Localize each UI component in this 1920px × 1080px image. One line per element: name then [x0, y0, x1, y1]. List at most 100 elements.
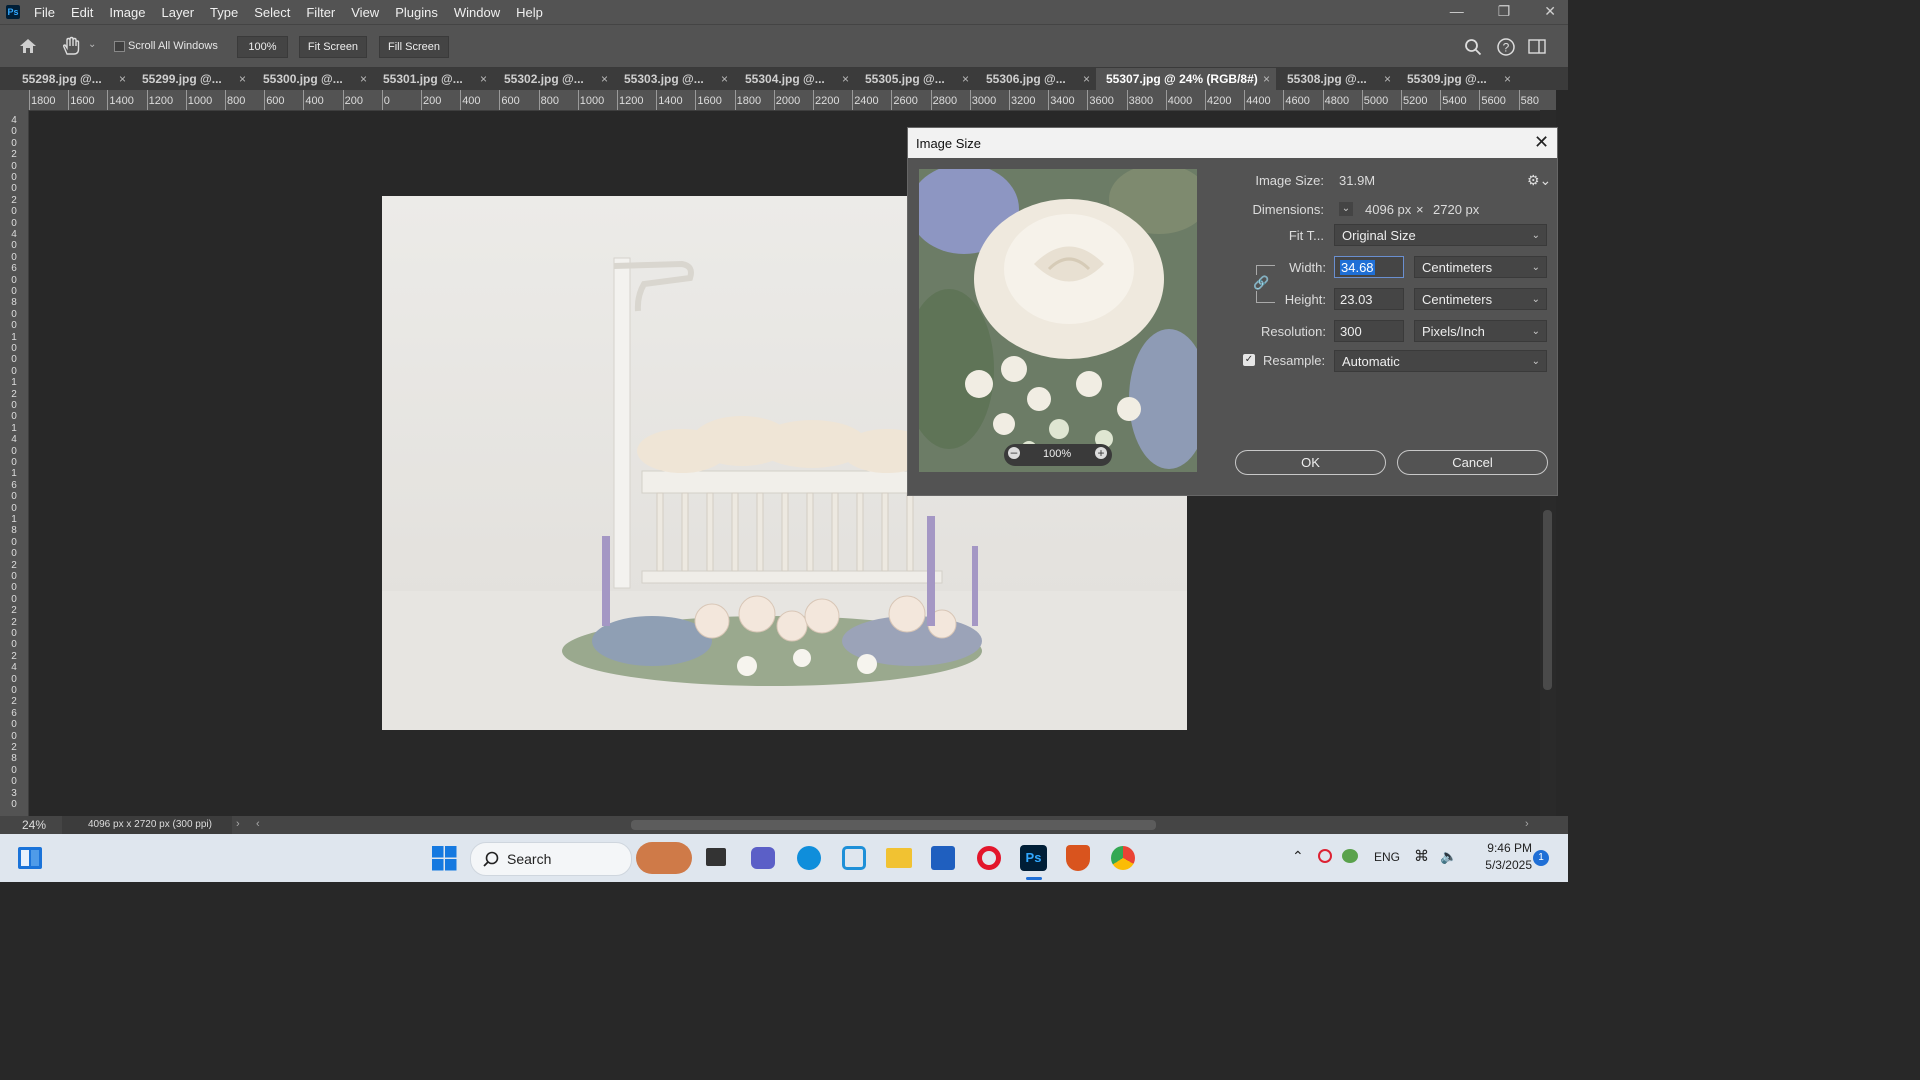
- file-explorer-icon[interactable]: [886, 848, 912, 868]
- edge-icon[interactable]: [797, 846, 821, 870]
- tray-network-app-icon[interactable]: [1342, 849, 1358, 863]
- fit-screen-button[interactable]: Fit Screen: [299, 36, 367, 58]
- tab-document[interactable]: 55303.jpg @... ×: [614, 68, 734, 90]
- scroll-all-windows-checkbox[interactable]: [114, 41, 125, 52]
- show-hidden-icons-chevron-icon[interactable]: ⌃: [1292, 848, 1304, 865]
- menu-image[interactable]: Image: [109, 5, 145, 20]
- tab-close-icon[interactable]: ×: [119, 72, 126, 86]
- tab-document[interactable]: 55301.jpg @... ×: [373, 68, 493, 90]
- width-unit-select[interactable]: Centimeters ⌄: [1414, 256, 1547, 278]
- tab-close-icon[interactable]: ×: [1263, 72, 1270, 86]
- microsoft-store-icon[interactable]: [931, 846, 955, 870]
- close-window-icon[interactable]: ✕: [1544, 3, 1556, 20]
- height-unit-select[interactable]: Centimeters ⌄: [1414, 288, 1547, 310]
- menu-layer[interactable]: Layer: [162, 5, 195, 20]
- menu-help[interactable]: Help: [516, 5, 543, 20]
- document-info[interactable]: 4096 px x 2720 px (300 ppi): [88, 819, 212, 830]
- tab-close-icon[interactable]: ×: [1384, 72, 1391, 86]
- fill-screen-button[interactable]: Fill Screen: [379, 36, 449, 58]
- menu-file[interactable]: File: [34, 5, 55, 20]
- notification-badge[interactable]: 1: [1533, 850, 1549, 866]
- zoom-out-icon[interactable]: –: [1008, 446, 1020, 459]
- constrain-proportions-link-icon[interactable]: 🔗: [1253, 275, 1270, 291]
- opera-icon[interactable]: [977, 846, 1001, 870]
- tab-document[interactable]: 55308.jpg @... ×: [1277, 68, 1397, 90]
- widgets-icon[interactable]: [17, 846, 43, 870]
- menu-select[interactable]: Select: [254, 5, 290, 20]
- tab-document[interactable]: 55304.jpg @... ×: [735, 68, 855, 90]
- tab-document[interactable]: 55302.jpg @... ×: [494, 68, 614, 90]
- scroll-right-icon[interactable]: ›: [1525, 818, 1529, 830]
- search-icon[interactable]: [1464, 38, 1482, 56]
- ruler-label: 0: [11, 548, 17, 560]
- menu-filter[interactable]: Filter: [306, 5, 335, 20]
- menu-plugins[interactable]: Plugins: [395, 5, 438, 20]
- height-input[interactable]: 23.03: [1334, 288, 1404, 310]
- width-input[interactable]: 34.68: [1334, 256, 1404, 278]
- language-indicator[interactable]: ENG: [1374, 850, 1400, 864]
- zoom-100-button[interactable]: 100%: [237, 36, 288, 58]
- workspace-icon[interactable]: [1528, 39, 1546, 55]
- photoshop-taskbar-icon[interactable]: Ps: [1020, 845, 1047, 871]
- horizontal-scroll-thumb[interactable]: [631, 820, 1156, 830]
- tab-close-icon[interactable]: ×: [360, 72, 367, 86]
- vertical-scroll-thumb[interactable]: [1543, 510, 1552, 690]
- menu-view[interactable]: View: [351, 5, 379, 20]
- tab-document[interactable]: 55305.jpg @... ×: [855, 68, 975, 90]
- search-highlight-image[interactable]: [636, 842, 692, 874]
- brave-icon[interactable]: [1066, 845, 1090, 871]
- menu-edit[interactable]: Edit: [71, 5, 93, 20]
- menu-window[interactable]: Window: [454, 5, 500, 20]
- tab-close-icon[interactable]: ×: [721, 72, 728, 86]
- ruler-label: 0: [11, 126, 17, 138]
- tab-document[interactable]: 55300.jpg @... ×: [253, 68, 373, 90]
- resolution-input[interactable]: 300: [1334, 320, 1404, 342]
- minimize-icon[interactable]: —: [1450, 3, 1464, 20]
- speaker-muted-icon[interactable]: 🔈: [1440, 848, 1457, 865]
- tab-document[interactable]: 55306.jpg @... ×: [976, 68, 1096, 90]
- tab-document[interactable]: 55299.jpg @... ×: [132, 68, 252, 90]
- tab-close-icon[interactable]: ×: [239, 72, 246, 86]
- restore-icon[interactable]: ❐: [1498, 3, 1511, 20]
- ruler-label: 0: [11, 685, 17, 696]
- wifi-icon[interactable]: ⌘: [1414, 847, 1429, 865]
- settings-gear-icon[interactable]: ⚙⌄: [1527, 172, 1551, 189]
- snipping-tool-icon[interactable]: [842, 846, 866, 870]
- hand-tool-icon[interactable]: [61, 36, 81, 56]
- tab-document[interactable]: 55307.jpg @ 24% (RGB/8#) ×: [1096, 68, 1276, 90]
- tab-close-icon[interactable]: ×: [480, 72, 487, 86]
- tab-close-icon[interactable]: ×: [842, 72, 849, 86]
- task-view-icon[interactable]: [706, 848, 726, 866]
- chrome-icon[interactable]: [1111, 846, 1135, 870]
- resample-value: Automatic: [1342, 353, 1400, 369]
- cancel-button[interactable]: Cancel: [1397, 450, 1548, 475]
- dialog-close-icon[interactable]: ✕: [1534, 132, 1549, 153]
- zoom-in-icon[interactable]: +: [1095, 447, 1107, 459]
- teams-icon[interactable]: [751, 847, 775, 869]
- resample-checkbox[interactable]: ✓: [1243, 354, 1255, 366]
- help-icon[interactable]: ?: [1496, 37, 1516, 57]
- ok-button[interactable]: OK: [1235, 450, 1386, 475]
- taskbar-search-box[interactable]: Search: [470, 842, 632, 876]
- tool-preset-chevron-icon[interactable]: ⌄: [88, 39, 96, 50]
- home-icon[interactable]: [19, 38, 37, 54]
- status-expand-icon[interactable]: ›: [236, 818, 240, 830]
- clock-date[interactable]: 5/3/2025: [1474, 858, 1532, 872]
- tab-close-icon[interactable]: ×: [1083, 72, 1090, 86]
- tray-app-icon[interactable]: [1318, 849, 1332, 863]
- zoom-level[interactable]: 24%: [22, 818, 46, 832]
- tab-document[interactable]: 55298.jpg @... ×: [12, 68, 132, 90]
- menu-type[interactable]: Type: [210, 5, 238, 20]
- tab-close-icon[interactable]: ×: [962, 72, 969, 86]
- clock-time[interactable]: 9:46 PM: [1480, 841, 1532, 855]
- resolution-unit-select[interactable]: Pixels/Inch ⌄: [1414, 320, 1547, 342]
- image-preview[interactable]: – 100% +: [919, 169, 1197, 472]
- tab-document[interactable]: 55309.jpg @... ×: [1397, 68, 1517, 90]
- tab-close-icon[interactable]: ×: [1504, 72, 1511, 86]
- dimensions-unit-chevron-icon[interactable]: ⌄: [1339, 202, 1353, 216]
- resample-select[interactable]: Automatic ⌄: [1334, 350, 1547, 372]
- tab-close-icon[interactable]: ×: [601, 72, 608, 86]
- fit-to-select[interactable]: Original Size ⌄: [1334, 224, 1547, 246]
- start-icon[interactable]: [432, 846, 457, 871]
- scroll-left-icon[interactable]: ‹: [256, 818, 260, 830]
